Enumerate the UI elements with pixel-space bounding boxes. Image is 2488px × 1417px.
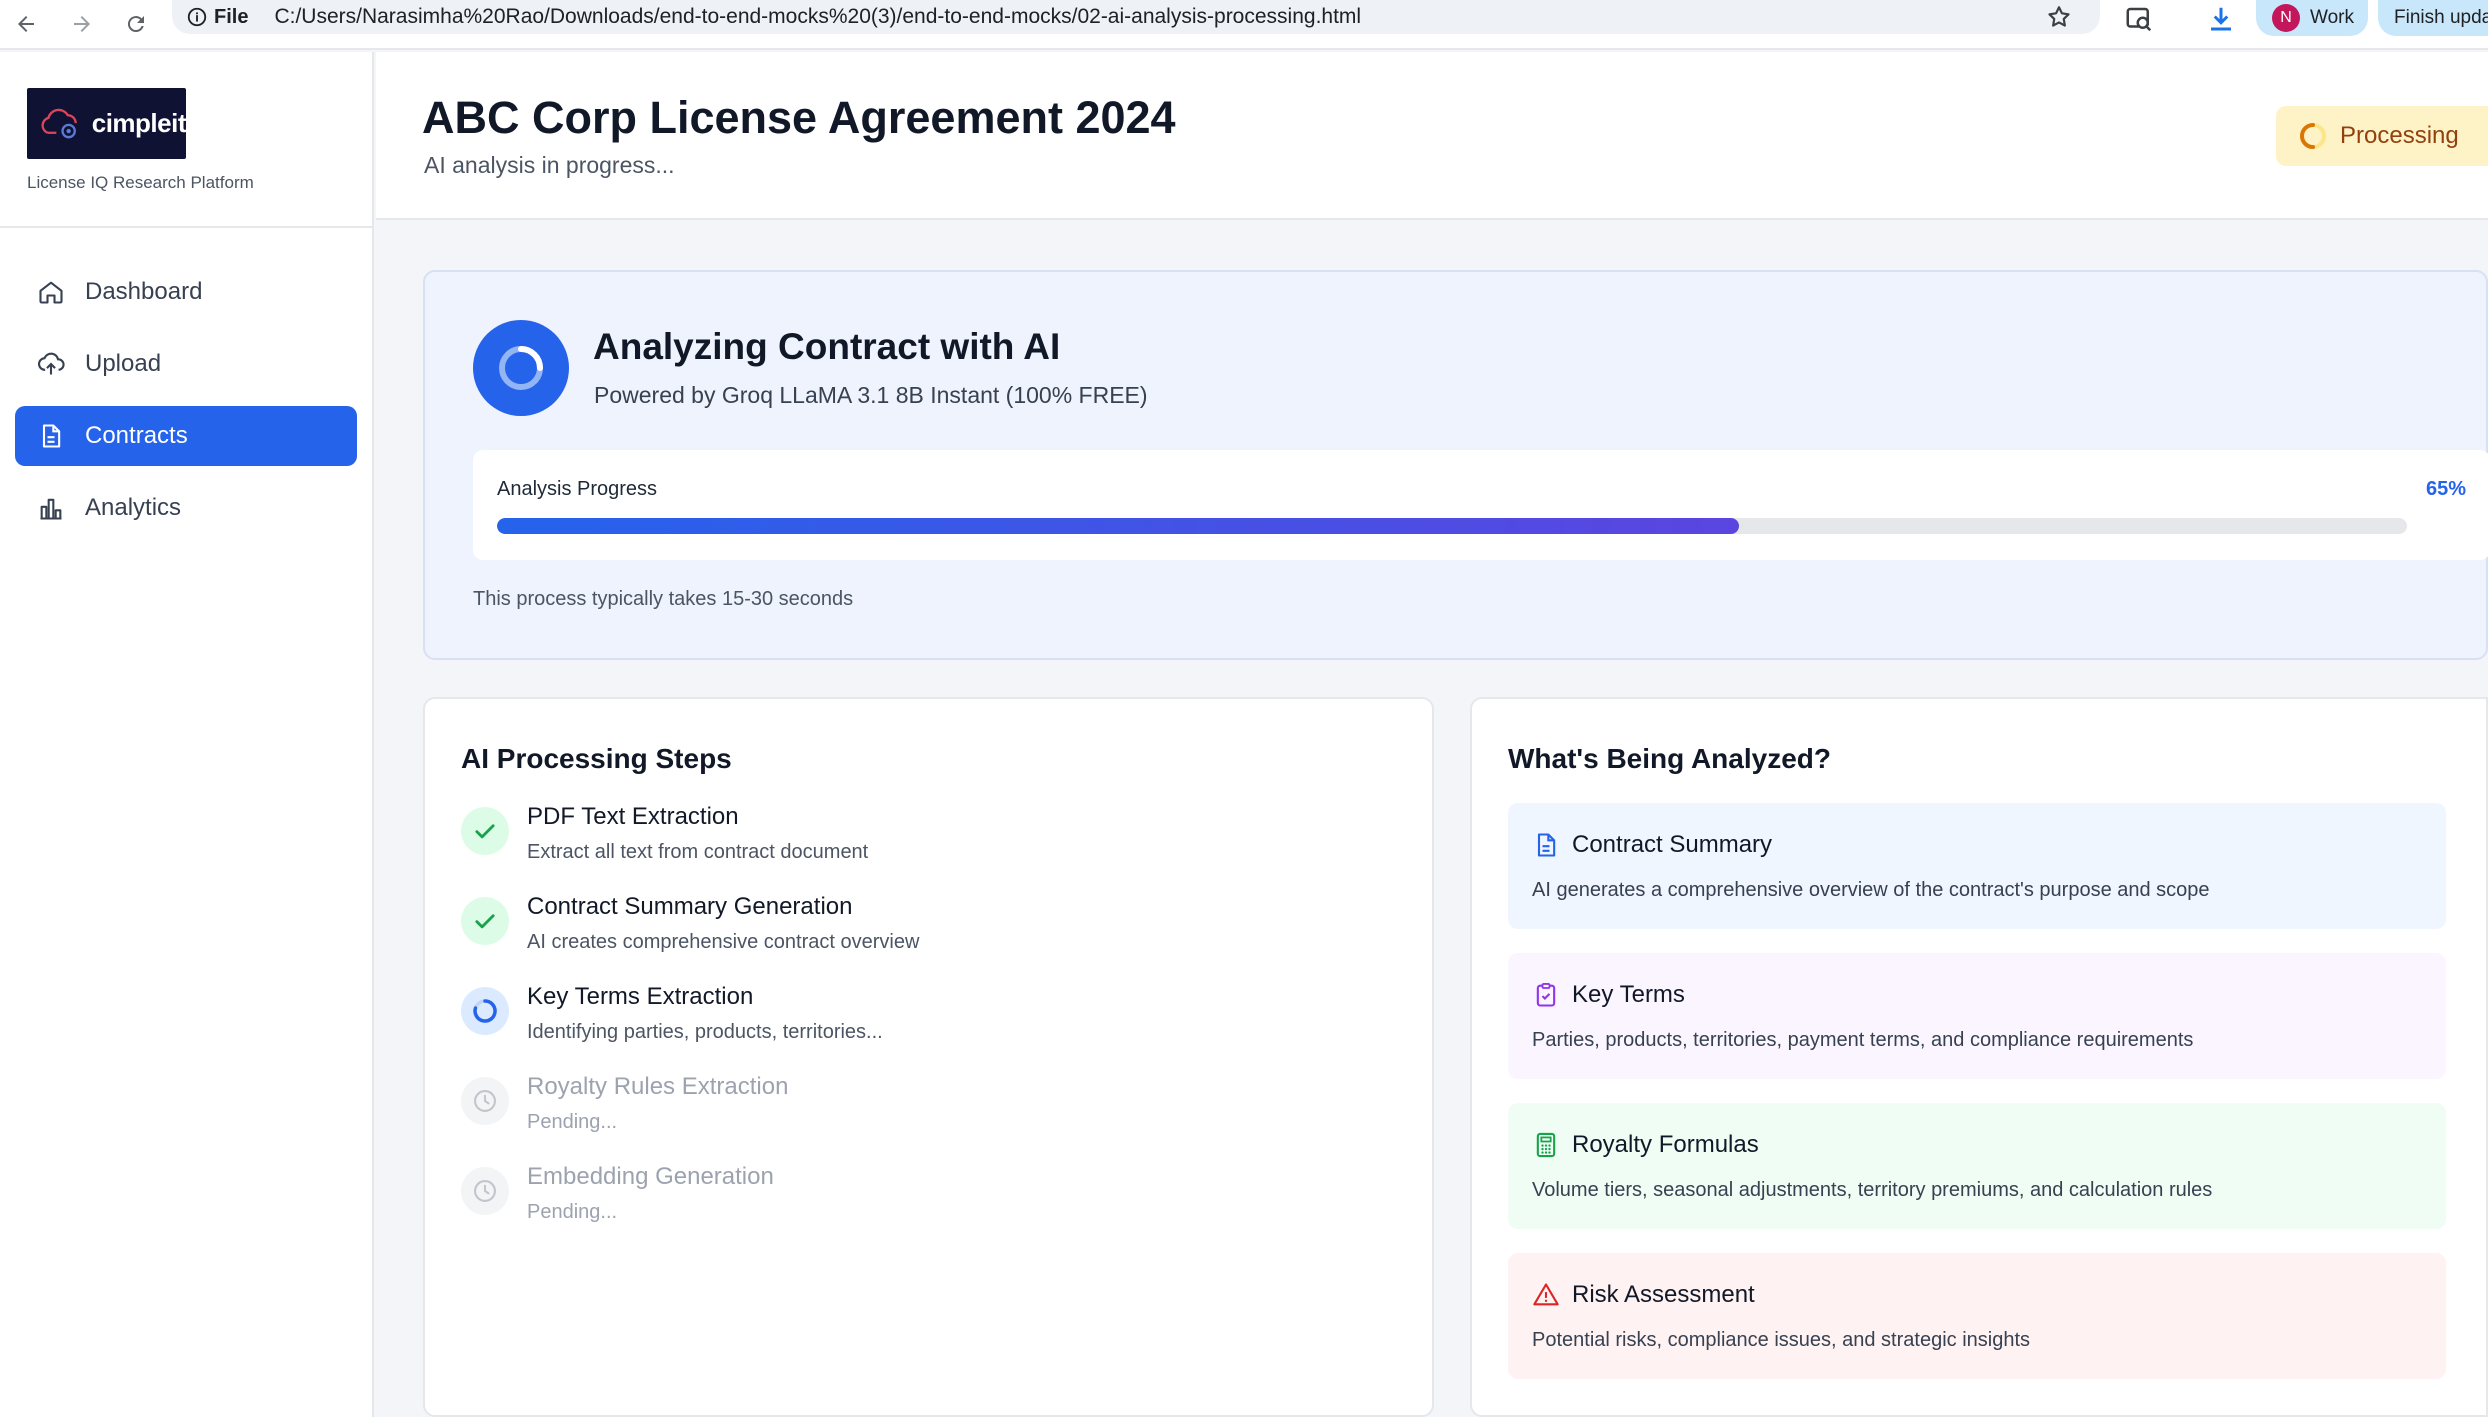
step-item: Embedding Generation Pending...	[461, 1163, 1361, 1243]
status-badge: Processing	[2276, 106, 2488, 166]
ai-spinner	[473, 320, 569, 416]
analyzed-item-royalty-formulas: Royalty Formulas Volume tiers, seasonal …	[1508, 1103, 2446, 1229]
avatar: N	[2272, 4, 2300, 32]
brand: cimpleit License IQ Research Platform	[0, 52, 372, 228]
step-title: Contract Summary Generation	[527, 893, 853, 920]
step-item: PDF Text Extraction Extract all text fro…	[461, 803, 1361, 883]
brand-subtitle: License IQ Research Platform	[27, 173, 254, 192]
item-desc: Parties, products, territories, payment …	[1532, 1029, 2194, 1051]
item-title: Risk Assessment	[1572, 1281, 1755, 1308]
document-icon	[1537, 833, 1556, 857]
step-desc: Pending...	[527, 1201, 618, 1223]
item-desc: Volume tiers, seasonal adjustments, terr…	[1532, 1179, 2213, 1201]
item-title: Key Terms	[1572, 981, 1685, 1008]
sidebar-nav: Dashboard Upload Contracts Analytics	[0, 228, 372, 538]
clipboard-check-icon	[1536, 982, 1556, 1007]
step-desc: Extract all text from contract document	[527, 841, 869, 863]
url-text[interactable]: C:/Users/Narasimha%20Rao/Downloads/end-t…	[274, 5, 1361, 29]
step-item: Key Terms Extraction Identifying parties…	[461, 983, 1361, 1063]
step-status	[461, 987, 509, 1035]
sidebar-item-analytics[interactable]: Analytics	[15, 478, 357, 538]
step-desc: Pending...	[527, 1111, 618, 1133]
progress-bar	[497, 518, 2407, 534]
analyzed-item-key-terms: Key Terms Parties, products, territories…	[1508, 953, 2446, 1079]
analysis-card: Analyzing Contract with AI Powered by Gr…	[423, 270, 2488, 660]
check-icon	[475, 824, 495, 839]
sidebar-item-label: Contracts	[85, 422, 188, 449]
step-item: Royalty Rules Extraction Pending...	[461, 1073, 1361, 1153]
progress-note: This process typically takes 15-30 secon…	[473, 588, 854, 610]
browser-toolbar: File C:/Users/Narasimha%20Rao/Downloads/…	[0, 0, 2488, 50]
step-desc: AI creates comprehensive contract overvi…	[527, 931, 920, 953]
analyzed-item-contract-summary: Contract Summary AI generates a comprehe…	[1508, 803, 2446, 929]
sidebar-item-label: Upload	[85, 350, 162, 377]
reload-button[interactable]	[120, 8, 152, 40]
progress-label: Analysis Progress	[497, 478, 658, 500]
calculator-icon	[1536, 1132, 1556, 1158]
sidebar-item-upload[interactable]: Upload	[15, 334, 357, 394]
step-status	[461, 897, 509, 945]
analyzed-item-risk-assessment: Risk Assessment Potential risks, complia…	[1508, 1253, 2446, 1379]
cloud-gear-logo-icon	[41, 108, 77, 138]
step-desc: Identifying parties, products, territori…	[527, 1021, 883, 1043]
back-button[interactable]	[10, 8, 42, 40]
profile-name: Work	[2310, 7, 2354, 28]
progress-bar-fill	[497, 518, 1739, 534]
sidebar-item-label: Analytics	[85, 494, 182, 521]
home-icon	[39, 281, 63, 304]
logo[interactable]: cimpleit	[27, 88, 187, 159]
lens-search-icon[interactable]	[2124, 4, 2154, 34]
file-scheme-label: File	[214, 5, 249, 28]
step-status	[461, 1077, 509, 1125]
warning-icon	[1533, 1283, 1559, 1306]
bookmark-star-icon[interactable]	[2046, 4, 2072, 30]
analysis-subtitle: Powered by Groq LLaMA 3.1 8B Instant (10…	[594, 382, 1148, 408]
bar-chart-icon	[40, 498, 62, 520]
download-icon[interactable]	[2206, 4, 2236, 34]
analyzed-title: What's Being Analyzed?	[1508, 743, 1831, 774]
analysis-title: Analyzing Contract with AI	[593, 326, 1061, 367]
profile-button[interactable]: N Work	[2256, 0, 2368, 36]
arrow-left-icon	[18, 16, 34, 32]
step-title: Embedding Generation	[527, 1163, 774, 1190]
upload-icon	[37, 352, 65, 375]
logo-text: cimpleit	[91, 108, 187, 138]
steps-title: AI Processing Steps	[461, 743, 732, 774]
item-title: Royalty Formulas	[1572, 1131, 1759, 1158]
spinner-icon	[2300, 123, 2326, 149]
sidebar: cimpleit License IQ Research Platform Da…	[0, 52, 374, 1417]
spinner-icon	[473, 999, 497, 1023]
address-bar[interactable]: File C:/Users/Narasimha%20Rao/Downloads/…	[172, 0, 2100, 34]
processing-steps-card: AI Processing Steps PDF Text Extraction …	[423, 697, 1434, 1417]
sidebar-item-dashboard[interactable]: Dashboard	[15, 262, 357, 322]
page-title: ABC Corp License Agreement 2024	[422, 92, 1176, 143]
progress-percent: 65%	[2425, 478, 2466, 500]
clock-icon	[474, 1180, 496, 1202]
step-title: Royalty Rules Extraction	[527, 1073, 789, 1100]
analyzed-items-card: What's Being Analyzed? Contract Summary …	[1470, 697, 2488, 1417]
spinner-icon	[499, 346, 543, 390]
page-subtitle: AI analysis in progress...	[424, 152, 675, 178]
sidebar-item-label: Dashboard	[85, 278, 203, 305]
step-status	[461, 807, 509, 855]
step-status	[461, 1167, 509, 1215]
progress-panel: Analysis Progress 65%	[473, 450, 2488, 560]
check-icon	[475, 914, 495, 929]
info-icon[interactable]	[186, 6, 208, 28]
page-header: ABC Corp License Agreement 2024 AI analy…	[376, 52, 2488, 220]
item-title: Contract Summary	[1572, 831, 1773, 858]
reload-icon	[127, 16, 144, 33]
step-title: PDF Text Extraction	[527, 803, 739, 830]
arrow-right-icon	[74, 16, 90, 32]
step-item: Contract Summary Generation AI creates c…	[461, 893, 1361, 973]
sidebar-item-contracts[interactable]: Contracts	[15, 406, 357, 466]
step-title: Key Terms Extraction	[527, 983, 754, 1010]
clock-icon	[474, 1090, 496, 1112]
document-icon	[42, 424, 61, 448]
item-desc: Potential risks, compliance issues, and …	[1532, 1329, 2031, 1351]
item-desc: AI generates a comprehensive overview of…	[1532, 879, 2210, 901]
forward-button[interactable]	[66, 8, 98, 40]
status-label: Processing	[2340, 122, 2459, 149]
finish-update-button[interactable]: Finish update	[2378, 0, 2488, 36]
